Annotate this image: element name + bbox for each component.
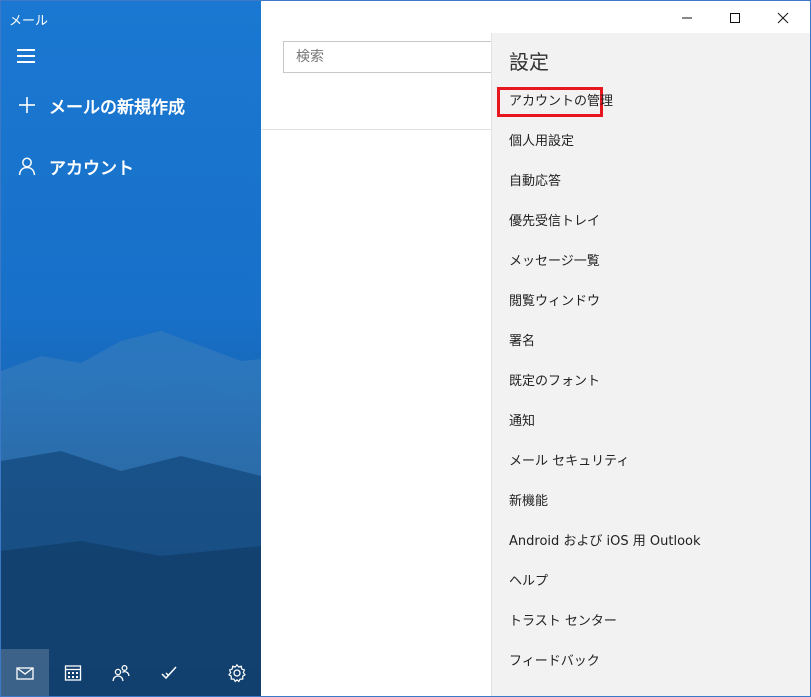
settings-item-label: 通知 xyxy=(509,414,536,429)
gear-icon xyxy=(228,663,246,683)
settings-item-label: Android および iOS 用 Outlook xyxy=(509,534,701,549)
maximize-button[interactable] xyxy=(712,1,758,33)
search-input[interactable] xyxy=(294,42,488,72)
settings-item-trust-center[interactable]: トラスト センター xyxy=(492,602,810,642)
settings-item-message-list[interactable]: メッセージ一覧 xyxy=(492,242,810,282)
window-controls xyxy=(660,1,810,33)
settings-item-label: 閲覧ウィンドウ xyxy=(509,294,601,309)
settings-item-whats-new[interactable]: 新機能 xyxy=(492,482,810,522)
todo-icon xyxy=(161,666,177,680)
app-switcher-bar xyxy=(1,649,261,696)
settings-item-label: 自動応答 xyxy=(509,174,562,189)
settings-item-label: 優先受信トレイ xyxy=(509,214,601,229)
calendar-app-button[interactable] xyxy=(49,649,97,696)
settings-item-manage-accounts[interactable]: アカウントの管理 xyxy=(492,82,810,122)
settings-item-help[interactable]: ヘルプ xyxy=(492,562,810,602)
settings-item-default-font[interactable]: 既定のフォント xyxy=(492,362,810,402)
close-icon xyxy=(777,12,789,24)
accounts-button[interactable]: アカウント xyxy=(1,146,261,186)
calendar-icon xyxy=(64,665,82,681)
settings-item-outlook-mobile[interactable]: Android および iOS 用 Outlook xyxy=(492,522,810,562)
settings-item-label: ヘルプ xyxy=(509,574,549,589)
new-mail-label: メールの新規作成 xyxy=(49,98,185,118)
settings-item-signature[interactable]: 署名 xyxy=(492,322,810,362)
new-mail-button[interactable]: メールの新規作成 xyxy=(1,85,261,125)
settings-item-feedback[interactable]: フィードバック xyxy=(492,642,810,682)
settings-item-label: メッセージ一覧 xyxy=(509,254,600,269)
settings-item-label: アカウントの管理 xyxy=(509,94,614,109)
minimize-button[interactable] xyxy=(664,1,710,33)
settings-item-email-security[interactable]: メール セキュリティ xyxy=(492,442,810,482)
settings-title: 設定 xyxy=(509,50,549,74)
hamburger-icon[interactable] xyxy=(17,49,35,65)
settings-list: アカウントの管理 個人用設定 自動応答 優先受信トレイ メッセージ一覧 閲覧ウィ… xyxy=(492,82,810,682)
mail-app-button[interactable] xyxy=(1,649,49,696)
people-icon xyxy=(112,664,130,682)
mail-window: メール メールの新規作成 アカウント 検索 設定 アカウントの管理 個人用設定 … xyxy=(0,0,811,697)
settings-item-notifications[interactable]: 通知 xyxy=(492,402,810,442)
settings-button[interactable] xyxy=(213,649,261,696)
background-landscape xyxy=(1,331,261,696)
plus-icon xyxy=(19,97,35,113)
settings-item-label: 個人用設定 xyxy=(509,134,575,149)
mail-icon xyxy=(16,667,34,680)
accounts-label: アカウント xyxy=(49,159,134,179)
maximize-icon xyxy=(730,13,740,23)
todo-app-button[interactable] xyxy=(145,649,193,696)
settings-item-label: 新機能 xyxy=(509,494,549,509)
close-button[interactable] xyxy=(760,1,806,33)
minimize-icon xyxy=(682,17,692,19)
divider xyxy=(262,129,492,130)
people-app-button[interactable] xyxy=(97,649,145,696)
settings-item-focused-inbox[interactable]: 優先受信トレイ xyxy=(492,202,810,242)
settings-item-reading-pane[interactable]: 閲覧ウィンドウ xyxy=(492,282,810,322)
navigation-pane: メール メールの新規作成 アカウント xyxy=(1,1,261,696)
person-icon xyxy=(18,157,36,176)
settings-item-automatic-replies[interactable]: 自動応答 xyxy=(492,162,810,202)
settings-item-label: フィードバック xyxy=(509,654,600,669)
settings-pane: 設定 アカウントの管理 個人用設定 自動応答 優先受信トレイ メッセージ一覧 閲… xyxy=(491,33,810,696)
search-box xyxy=(283,41,491,73)
settings-item-label: 既定のフォント xyxy=(509,374,601,389)
app-title: メール xyxy=(9,14,49,29)
settings-item-label: トラスト センター xyxy=(509,614,617,629)
settings-item-label: メール セキュリティ xyxy=(509,454,630,469)
settings-item-label: 署名 xyxy=(509,334,536,349)
settings-item-personalization[interactable]: 個人用設定 xyxy=(492,122,810,162)
